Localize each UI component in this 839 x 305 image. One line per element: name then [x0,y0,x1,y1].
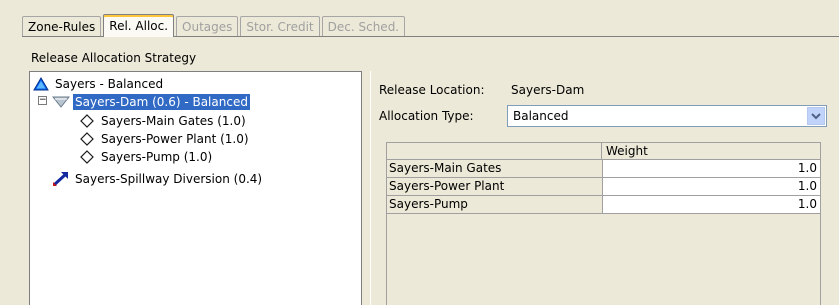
table-row: Sayers-Main Gates 1.0 [387,160,820,178]
allocation-type-label: Allocation Type: [379,109,474,123]
tree-node-pump[interactable]: Sayers-Pump (1.0) [78,148,214,166]
tab-strip: Zone-Rules Rel. Alloc. Outages Stor. Cre… [22,14,407,37]
release-location-value: Sayers-Dam [511,83,585,97]
reservoir-icon [52,94,70,110]
diamond-outlet-icon [78,113,96,129]
blue-triangle-icon [32,76,50,92]
tab-dec-sched: Dec. Sched. [321,16,406,36]
tab-zone-rules[interactable]: Zone-Rules [22,16,102,36]
weight-column-header[interactable]: Weight [604,143,648,159]
table-header: Weight [387,143,820,160]
tab-stor-credit: Stor. Credit [240,16,320,36]
row-name-cell: Sayers-Power Plant [387,178,603,195]
tab-rel-alloc[interactable]: Rel. Alloc. [103,14,175,37]
tree-node-root[interactable]: Sayers - Balanced [32,75,165,93]
tree-node-label: Sayers - Balanced [55,77,164,91]
weight-cell[interactable]: 1.0 [603,178,820,195]
table-header-corner [387,143,602,159]
collapse-icon[interactable]: − [38,96,47,105]
table-row: Sayers-Power Plant 1.0 [387,178,820,196]
allocation-tree[interactable]: Sayers - Balanced − Sayers-Dam (0.6) - B… [29,71,362,305]
tree-node-spillway-diversion[interactable]: Sayers-Spillway Diversion (0.4) [52,170,264,188]
weight-table: Weight Sayers-Main Gates 1.0 Sayers-Powe… [386,142,821,305]
row-name-cell: Sayers-Pump [387,196,603,213]
split-pane-divider[interactable] [362,71,370,305]
weight-cell[interactable]: 1.0 [603,196,820,213]
allocation-type-select[interactable]: Balanced [507,105,827,127]
row-name-cell: Sayers-Main Gates [387,160,603,177]
diversion-icon [52,171,70,187]
tree-node-main-gates[interactable]: Sayers-Main Gates (1.0) [78,112,248,130]
diamond-outlet-icon [78,131,96,147]
tree-node-label: Sayers-Spillway Diversion (0.4) [75,172,263,186]
tree-node-dam[interactable]: Sayers-Dam (0.6) - Balanced [52,93,251,111]
tree-node-label-selected: Sayers-Dam (0.6) - Balanced [72,93,251,111]
tree-node-label: Sayers-Main Gates (1.0) [101,114,246,128]
tab-outages: Outages [176,16,239,36]
release-location-label: Release Location: [379,83,485,97]
weight-cell[interactable]: 1.0 [603,160,820,177]
allocation-type-value: Balanced [513,109,569,123]
tree-node-label: Sayers-Pump (1.0) [101,150,213,164]
release-allocation-panel: Zone-Rules Rel. Alloc. Outages Stor. Cre… [0,0,839,305]
tree-node-label: Sayers-Power Plant (1.0) [101,132,249,146]
section-title: Release Allocation Strategy [31,51,197,65]
tree-node-power-plant[interactable]: Sayers-Power Plant (1.0) [78,130,251,148]
chevron-down-icon[interactable] [807,107,825,125]
table-row: Sayers-Pump 1.0 [387,196,820,214]
diamond-outlet-icon [78,149,96,165]
